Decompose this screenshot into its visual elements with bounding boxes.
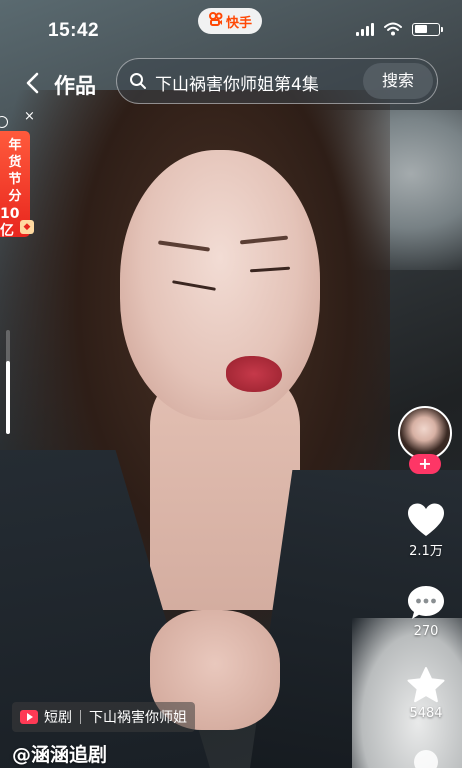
search-bar[interactable]: 下山祸害你师姐第4集 搜索 [116, 58, 438, 104]
like-button[interactable]: 2.1万 [398, 502, 454, 559]
system-icons [356, 22, 443, 36]
star-icon [407, 667, 445, 703]
drama-series-title: 下山祸害你师姐 [89, 710, 187, 726]
page-title: 作品 [54, 74, 96, 98]
promo-close-button[interactable]: × [24, 109, 35, 124]
comment-icon [408, 586, 444, 619]
comment-count: 270 [413, 624, 439, 639]
favorite-count: 5484 [409, 706, 443, 721]
status-bar: 15:42 快手 [0, 0, 462, 56]
search-input[interactable]: 下山祸害你师姐第4集 [155, 70, 319, 95]
kuaishou-logo-icon [208, 11, 224, 31]
promo-line: 年 [8, 138, 22, 153]
video-player[interactable] [0, 0, 462, 768]
video-lips [226, 356, 282, 392]
favorite-button[interactable]: 5484 [398, 666, 454, 721]
status-time: 15:42 [48, 20, 100, 41]
promo-gift-icon: ◆ [20, 220, 34, 234]
like-count: 2.1万 [409, 544, 443, 559]
short-video-screen: 15:42 快手 作品 下山祸害你师姐第4集 搜索 × 年 货 节 分 10亿 … [0, 0, 462, 768]
author-avatar[interactable] [398, 406, 452, 460]
tag-divider [80, 710, 81, 724]
author-name[interactable]: @涵涵追剧 [12, 740, 107, 767]
play-badge-icon [20, 710, 38, 724]
video-progress-track[interactable] [6, 330, 10, 434]
promo-line: 货 [8, 155, 22, 170]
video-face [120, 150, 320, 420]
wifi-icon [384, 22, 402, 36]
back-button[interactable] [20, 68, 46, 98]
brand-pill[interactable]: 快手 [198, 8, 262, 34]
promo-line: 分 [8, 189, 22, 204]
chevron-left-icon [26, 72, 39, 94]
search-icon [130, 73, 146, 89]
search-button[interactable]: 搜索 [363, 63, 433, 99]
share-icon[interactable] [414, 750, 438, 768]
battery-icon [412, 22, 443, 36]
promo-line: 节 [8, 172, 22, 187]
heart-icon [408, 503, 444, 536]
brand-name: 快手 [225, 15, 252, 31]
drama-tag-type: 短剧 [44, 710, 72, 726]
comment-button[interactable]: 270 [398, 584, 454, 639]
signal-icon [356, 22, 374, 36]
top-nav: 作品 下山祸害你师姐第4集 搜索 [0, 58, 462, 108]
drama-series-tag[interactable]: 短剧 下山祸害你师姐 [12, 702, 195, 732]
follow-button[interactable]: + [409, 454, 441, 474]
video-progress-fill [6, 361, 10, 434]
